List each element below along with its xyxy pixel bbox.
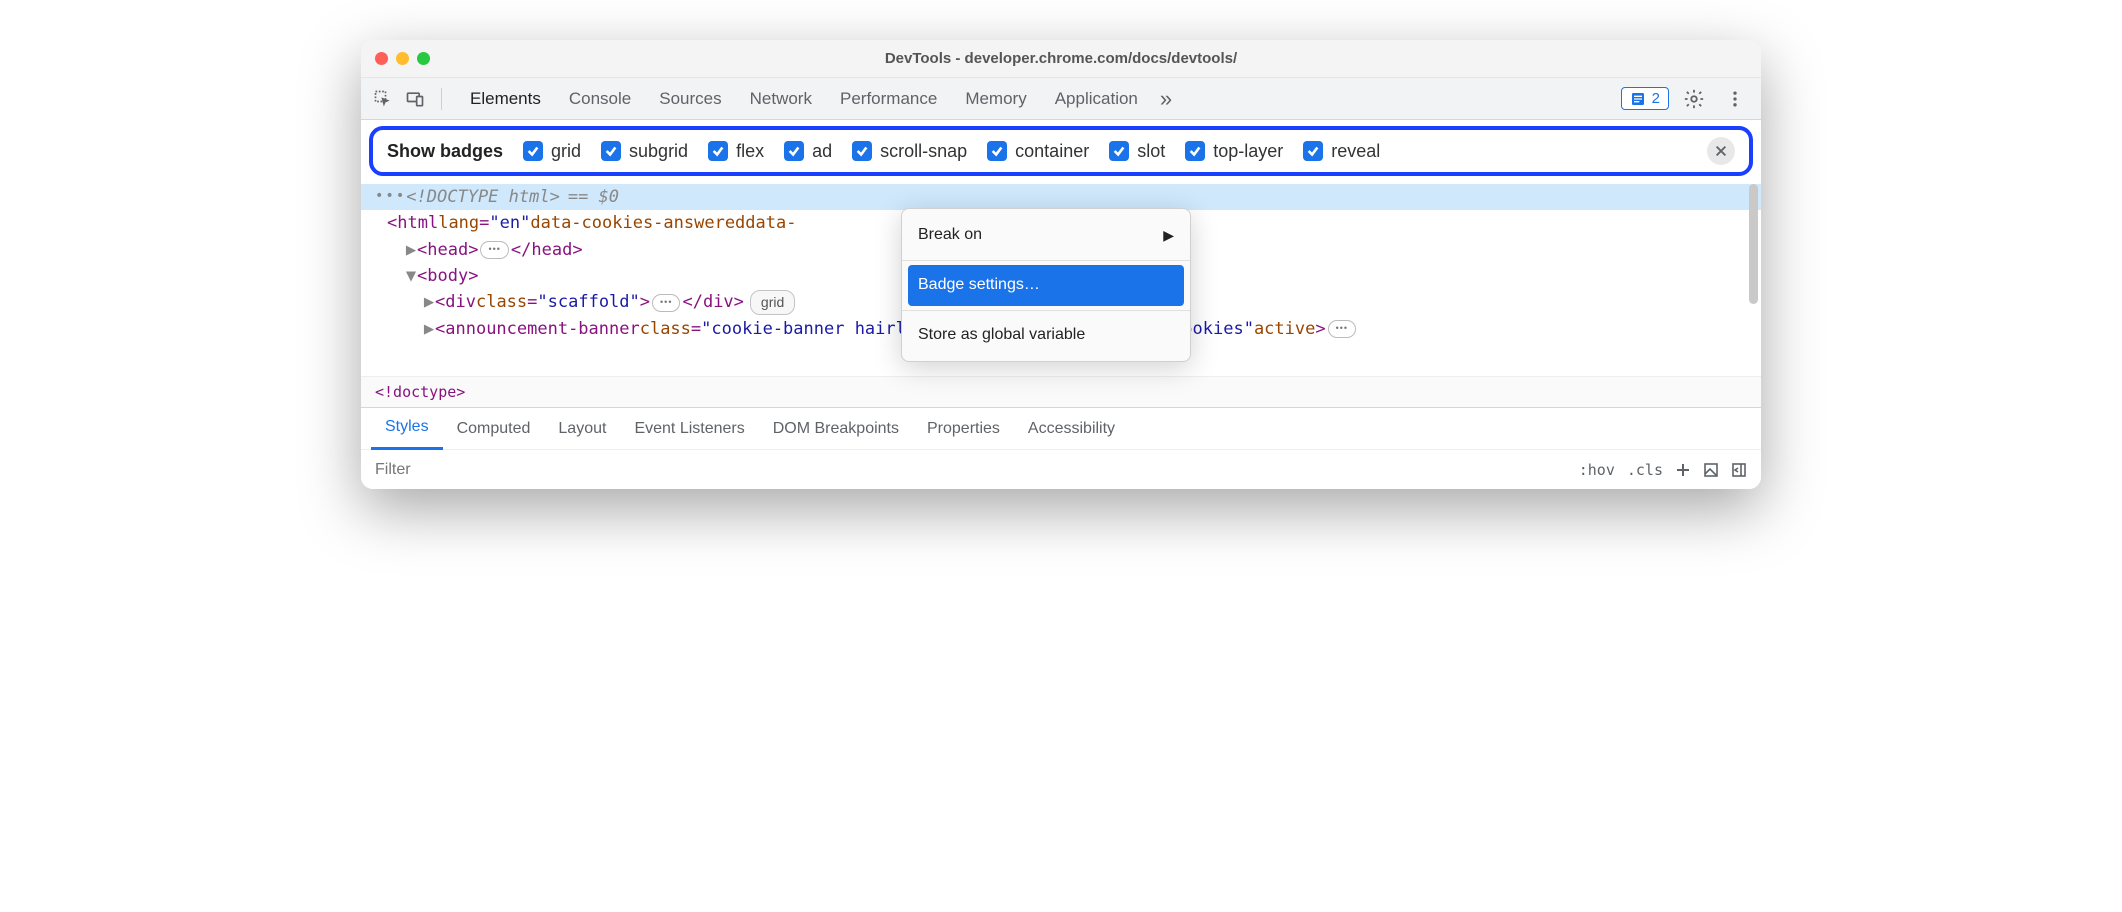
window-maximize-button[interactable]: [417, 52, 430, 65]
styles-filter-row: :hov .cls: [361, 449, 1761, 489]
tab-application[interactable]: Application: [1041, 78, 1152, 120]
checkbox-icon: [601, 141, 621, 161]
more-tabs-icon[interactable]: »: [1152, 86, 1180, 112]
tab-performance[interactable]: Performance: [826, 78, 951, 120]
ellipsis-icon: •••: [375, 186, 406, 208]
tab-console[interactable]: Console: [555, 78, 645, 120]
close-badges-bar-icon[interactable]: [1707, 137, 1735, 165]
window-minimize-button[interactable]: [396, 52, 409, 65]
inspect-element-icon[interactable]: [371, 87, 395, 111]
more-options-icon[interactable]: [1719, 89, 1751, 109]
show-badges-label: Show badges: [387, 141, 503, 162]
collapsed-node-icon[interactable]: •••: [652, 294, 680, 312]
tab-elements[interactable]: Elements: [456, 78, 555, 120]
chevron-right-icon: ▶: [1163, 225, 1174, 247]
collapsed-node-icon[interactable]: •••: [1328, 320, 1356, 338]
show-badges-bar: Show badges grid subgrid flex ad scroll-…: [369, 126, 1753, 176]
device-toolbar-icon[interactable]: [403, 87, 427, 111]
devtools-window: DevTools - developer.chrome.com/docs/dev…: [361, 40, 1761, 489]
checkbox-icon: [1303, 141, 1323, 161]
tab-event-listeners[interactable]: Event Listeners: [620, 408, 758, 450]
badge-checkbox-scroll-snap[interactable]: scroll-snap: [852, 141, 967, 162]
collapsed-node-icon[interactable]: •••: [480, 241, 508, 259]
badge-checkbox-slot[interactable]: slot: [1109, 141, 1165, 162]
context-menu-break-on[interactable]: Break on ▶: [902, 215, 1190, 256]
traffic-lights: [375, 52, 430, 65]
checkbox-icon: [1109, 141, 1129, 161]
dom-breadcrumb[interactable]: <!doctype>: [361, 376, 1761, 407]
styles-pane-tabs: Styles Computed Layout Event Listeners D…: [361, 407, 1761, 449]
settings-gear-icon[interactable]: [1677, 88, 1711, 110]
badge-checkbox-container[interactable]: container: [987, 141, 1089, 162]
cls-toggle[interactable]: .cls: [1627, 461, 1663, 479]
tab-computed[interactable]: Computed: [443, 408, 545, 450]
toggle-sidebar-icon[interactable]: [1731, 462, 1747, 478]
badge-checkbox-ad[interactable]: ad: [784, 141, 832, 162]
badge-checkbox-flex[interactable]: flex: [708, 141, 764, 162]
tab-styles[interactable]: Styles: [371, 408, 443, 450]
styles-filter-tools: :hov .cls: [1565, 461, 1761, 479]
window-close-button[interactable]: [375, 52, 388, 65]
panel-tabs: Elements Console Sources Network Perform…: [456, 78, 1613, 120]
tab-layout[interactable]: Layout: [544, 408, 620, 450]
tab-sources[interactable]: Sources: [645, 78, 735, 120]
issues-count: 2: [1652, 90, 1660, 107]
checkbox-icon: [987, 141, 1007, 161]
checkbox-icon: [523, 141, 543, 161]
grid-badge-pill[interactable]: grid: [750, 290, 795, 316]
checkbox-icon: [784, 141, 804, 161]
scrollbar-thumb[interactable]: [1749, 184, 1758, 304]
badge-checkbox-reveal[interactable]: reveal: [1303, 141, 1380, 162]
tab-network[interactable]: Network: [736, 78, 826, 120]
main-toolbar: Elements Console Sources Network Perform…: [361, 78, 1761, 120]
selected-node-indicator: == $0: [568, 184, 619, 210]
dom-tree[interactable]: •••<!DOCTYPE html> == $0 <html lang="en"…: [361, 176, 1761, 376]
tab-dom-breakpoints[interactable]: DOM Breakpoints: [759, 408, 913, 450]
titlebar: DevTools - developer.chrome.com/docs/dev…: [361, 40, 1761, 78]
checkbox-icon: [1185, 141, 1205, 161]
badge-checkbox-grid[interactable]: grid: [523, 141, 581, 162]
hov-toggle[interactable]: :hov: [1579, 461, 1615, 479]
computed-styles-sidebar-icon[interactable]: [1703, 462, 1719, 478]
checkbox-icon: [852, 141, 872, 161]
tab-memory[interactable]: Memory: [951, 78, 1040, 120]
badge-checkbox-top-layer[interactable]: top-layer: [1185, 141, 1283, 162]
badge-checkbox-subgrid[interactable]: subgrid: [601, 141, 688, 162]
context-menu-separator: [902, 260, 1190, 261]
issues-badge[interactable]: 2: [1621, 87, 1669, 110]
context-menu: Break on ▶ Badge settings… Store as glob…: [901, 208, 1191, 362]
new-style-rule-icon[interactable]: [1675, 462, 1691, 478]
dom-node-doctype[interactable]: •••<!DOCTYPE html> == $0: [361, 184, 1761, 210]
context-menu-store-global[interactable]: Store as global variable: [902, 315, 1190, 356]
tab-properties[interactable]: Properties: [913, 408, 1014, 450]
toolbar-divider: [441, 88, 442, 110]
window-title: DevTools - developer.chrome.com/docs/dev…: [361, 50, 1761, 67]
tab-accessibility[interactable]: Accessibility: [1014, 408, 1129, 450]
context-menu-separator: [902, 310, 1190, 311]
styles-filter-input[interactable]: [361, 461, 1565, 479]
context-menu-badge-settings[interactable]: Badge settings…: [908, 265, 1184, 306]
checkbox-icon: [708, 141, 728, 161]
